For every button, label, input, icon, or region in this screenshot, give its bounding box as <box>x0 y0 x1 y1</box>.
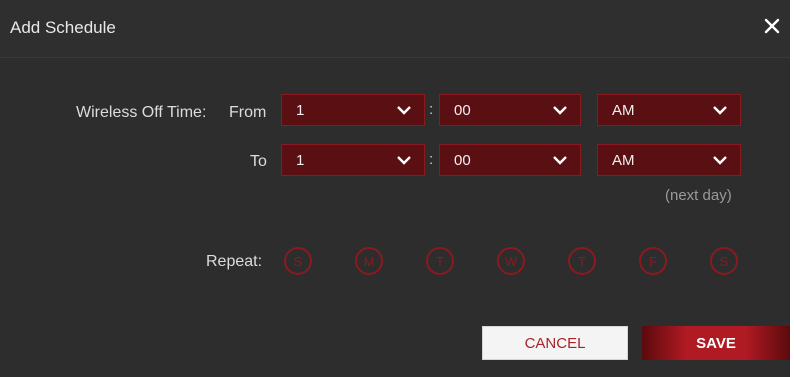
from-minute-select[interactable]: 00 <box>439 94 581 126</box>
to-minute-value: 00 <box>454 152 471 169</box>
day-toggle-friday[interactable]: F <box>639 247 667 275</box>
from-period-select[interactable]: AM <box>597 94 741 126</box>
day-toggle-wednesday[interactable]: W <box>497 247 525 275</box>
day-toggle-saturday[interactable]: S <box>710 247 738 275</box>
from-hour-select[interactable]: 1 <box>281 94 425 126</box>
to-minute-select[interactable]: 00 <box>439 144 581 176</box>
from-hour-value: 1 <box>296 102 305 119</box>
save-button[interactable]: SAVE <box>642 326 790 360</box>
from-period-value: AM <box>612 102 635 119</box>
cancel-button[interactable]: CANCEL <box>482 326 628 360</box>
day-toggle-tuesday[interactable]: T <box>426 247 454 275</box>
dialog-titlebar: Add Schedule <box>0 0 790 58</box>
chevron-down-icon <box>713 156 727 165</box>
to-hour-select[interactable]: 1 <box>281 144 425 176</box>
from-label: From <box>229 104 267 121</box>
close-icon[interactable] <box>758 12 786 40</box>
chevron-down-icon <box>397 106 411 115</box>
day-toggle-thursday[interactable]: T <box>568 247 596 275</box>
to-period-select[interactable]: AM <box>597 144 741 176</box>
day-toggle-monday[interactable]: M <box>355 247 383 275</box>
chevron-down-icon <box>397 156 411 165</box>
day-toggle-sunday[interactable]: S <box>284 247 312 275</box>
to-label: To <box>250 153 267 170</box>
dialog-title: Add Schedule <box>10 18 116 37</box>
chevron-down-icon <box>553 106 567 115</box>
wireless-off-time-label: Wireless Off Time: <box>76 104 207 121</box>
from-minute-value: 00 <box>454 102 471 119</box>
time-colon: : <box>429 151 434 168</box>
repeat-label: Repeat: <box>206 253 263 270</box>
add-schedule-dialog: Add Schedule Wireless Off Time: From 1 :… <box>0 0 790 377</box>
time-colon: : <box>429 101 434 118</box>
to-hour-value: 1 <box>296 152 305 169</box>
next-day-hint: (next day) <box>665 187 732 204</box>
chevron-down-icon <box>713 106 727 115</box>
chevron-down-icon <box>553 156 567 165</box>
to-period-value: AM <box>612 152 635 169</box>
